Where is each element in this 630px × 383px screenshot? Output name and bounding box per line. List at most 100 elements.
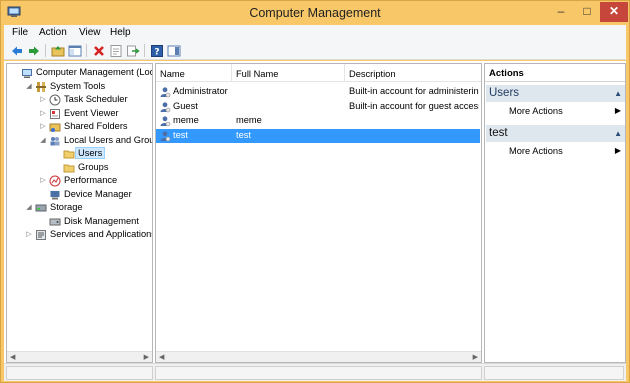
- forward-icon[interactable]: [27, 44, 41, 58]
- svg-text:?: ?: [154, 48, 159, 58]
- status-bar: [4, 363, 626, 381]
- tree-item-shared-folders[interactable]: ▷ Shared Folders: [39, 121, 152, 134]
- tree-item-task-scheduler[interactable]: ▷ Task Scheduler: [39, 94, 152, 107]
- expand-arrow-icon[interactable]: ▷: [39, 109, 47, 117]
- tree-item-label: Shared Folders: [64, 121, 128, 131]
- computer-management-window: Computer Management – □ ✕ File Action Vi…: [0, 0, 630, 383]
- collapse-arrow-icon[interactable]: ◢: [25, 82, 33, 90]
- console-tree[interactable]: Computer Management (Local ◢ System Tools ▷…: [6, 63, 153, 363]
- tree-item-label: Users: [74, 147, 106, 159]
- submenu-arrow-icon: ▶: [614, 106, 621, 115]
- collapse-up-icon[interactable]: ▲: [614, 89, 622, 98]
- tree-item-label: Computer Management (Local: [36, 67, 153, 77]
- actions-title: Actions: [485, 64, 625, 82]
- more-actions-label: More Actions: [509, 146, 563, 156]
- performance-icon: [49, 175, 61, 187]
- tree-item-local-users-and-groups[interactable]: ◢ Local Users and Groups: [39, 134, 152, 148]
- tree-item-users[interactable]: Users: [53, 147, 152, 161]
- tree-item-disk-management[interactable]: Disk Management: [39, 215, 152, 229]
- user-row[interactable]: test test: [156, 128, 480, 143]
- tree-item-label: Services and Applications: [50, 229, 153, 239]
- expand-arrow-icon[interactable]: ▷: [39, 176, 47, 184]
- scroll-left-arrow-icon[interactable]: ◀: [159, 353, 164, 361]
- tree-item-label: Event Viewer: [64, 107, 119, 118]
- column-divider[interactable]: [344, 64, 345, 82]
- column-header-description[interactable]: Description: [349, 69, 396, 79]
- actions-pane: Actions Users ▲ More Actions ▶ test ▲ Mo…: [484, 63, 626, 363]
- help-icon[interactable]: ?: [150, 44, 164, 58]
- content-area: Computer Management (Local ◢ System Tools ▷…: [4, 61, 626, 363]
- tree-horizontal-scrollbar[interactable]: ◀ ▶: [7, 351, 152, 362]
- maximize-button[interactable]: □: [574, 2, 600, 22]
- export-icon[interactable]: [126, 44, 140, 58]
- scroll-left-arrow-icon[interactable]: ◀: [10, 353, 15, 361]
- menu-bar: File Action View Help: [4, 25, 626, 42]
- minimize-button[interactable]: –: [548, 2, 574, 22]
- title-bar[interactable]: Computer Management – □ ✕: [1, 1, 629, 25]
- tree-item-label: System Tools: [50, 80, 106, 91]
- show-action-pane-icon[interactable]: [167, 44, 181, 58]
- menu-action[interactable]: Action: [39, 27, 67, 38]
- user-description-cell: Built-in account for guest access t: [349, 100, 479, 111]
- actions-section-heading: test: [489, 127, 508, 139]
- collapse-up-icon[interactable]: ▲: [614, 129, 622, 138]
- delete-icon[interactable]: [92, 44, 106, 58]
- actions-section-users[interactable]: Users ▲: [486, 85, 625, 102]
- actions-section-heading: Users: [489, 87, 520, 99]
- services-icon: [35, 229, 47, 241]
- tools-icon: [35, 81, 47, 93]
- users-list-view[interactable]: Name Full Name Description Administrator…: [155, 63, 482, 363]
- user-row[interactable]: Administrator Built-in account for admini…: [156, 85, 480, 99]
- menu-help[interactable]: Help: [110, 27, 131, 38]
- tree-item-services-and-applications[interactable]: ▷ Services and Applications: [25, 229, 153, 242]
- tree-item-label: Storage: [50, 202, 83, 212]
- submenu-arrow-icon: ▶: [614, 146, 621, 155]
- menu-view[interactable]: View: [79, 27, 101, 38]
- actions-section-test[interactable]: test ▲: [486, 125, 625, 142]
- user-name-cell: test: [173, 129, 188, 140]
- list-horizontal-scrollbar[interactable]: ◀ ▶: [156, 351, 481, 362]
- user-full-name-cell: test: [236, 129, 251, 140]
- user-row[interactable]: meme meme: [156, 114, 480, 128]
- device-manager-icon: [49, 189, 61, 201]
- tree-item-system-tools[interactable]: ◢ System Tools: [25, 80, 152, 94]
- up-folder-icon[interactable]: [51, 44, 65, 58]
- column-header-full-name[interactable]: Full Name: [236, 69, 278, 79]
- properties-icon[interactable]: [109, 44, 123, 58]
- toolbar-separator: [45, 44, 46, 57]
- expand-arrow-icon[interactable]: ▷: [25, 230, 33, 238]
- collapse-arrow-icon[interactable]: ◢: [39, 136, 47, 144]
- tree-item-device-manager[interactable]: Device Manager: [39, 189, 152, 202]
- window-title: Computer Management: [249, 6, 381, 20]
- expand-arrow-icon[interactable]: ▷: [39, 95, 47, 103]
- tree-item-label: Disk Management: [64, 215, 139, 226]
- tree-item-label: Task Scheduler: [64, 94, 128, 104]
- user-row[interactable]: Guest Built-in account for guest access t: [156, 100, 480, 114]
- tree-item-label: Performance: [64, 175, 118, 185]
- shared-folder-icon: [49, 121, 61, 133]
- show-hide-tree-icon[interactable]: [68, 44, 82, 58]
- user-name-cell: Guest: [173, 100, 198, 111]
- collapse-arrow-icon[interactable]: ◢: [25, 203, 33, 211]
- disk-icon: [49, 216, 61, 228]
- tree-item-storage[interactable]: ◢ Storage: [25, 202, 152, 215]
- close-button[interactable]: ✕: [600, 2, 628, 22]
- event-viewer-icon: [49, 108, 61, 120]
- expand-arrow-icon[interactable]: ▷: [39, 122, 47, 130]
- tree-item-label: Local Users and Groups: [64, 134, 152, 145]
- tree-item-groups[interactable]: Groups: [53, 161, 152, 175]
- column-header-name[interactable]: Name: [160, 69, 185, 79]
- menu-file[interactable]: File: [12, 27, 28, 38]
- more-actions-users[interactable]: More Actions ▶: [509, 106, 621, 116]
- more-actions-test[interactable]: More Actions ▶: [509, 146, 621, 156]
- column-divider[interactable]: [231, 64, 232, 82]
- back-icon[interactable]: [10, 44, 24, 58]
- tree-item-event-viewer[interactable]: ▷ Event Viewer: [39, 107, 152, 121]
- user-description-cell: Built-in account for administering: [349, 86, 479, 96]
- tree-item-performance[interactable]: ▷ Performance: [39, 175, 152, 188]
- tree-item-computer-management-local[interactable]: Computer Management (Local: [11, 67, 153, 80]
- scroll-right-arrow-icon[interactable]: ▶: [144, 353, 149, 361]
- tree-item-label: Groups: [78, 161, 109, 172]
- scroll-right-arrow-icon[interactable]: ▶: [473, 353, 478, 361]
- folder-icon: [63, 162, 75, 174]
